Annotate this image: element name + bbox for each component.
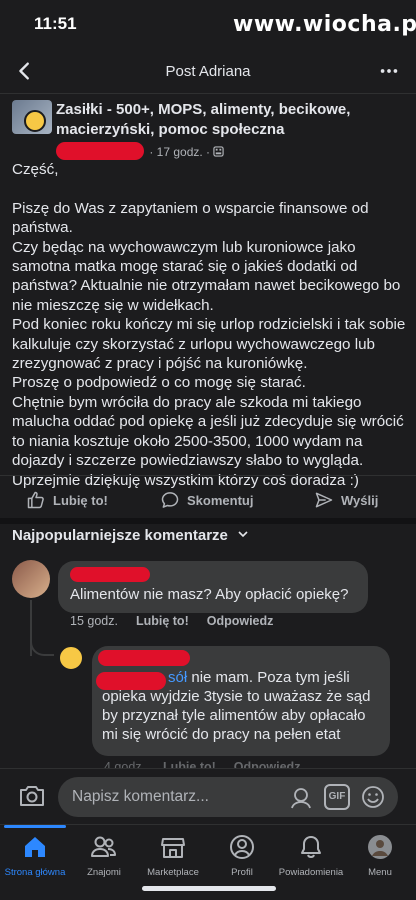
reply-mention[interactable]: sół bbox=[168, 669, 187, 686]
author-name-redaction bbox=[56, 142, 144, 160]
comment-input-placeholder: Napisz komentarz... bbox=[72, 788, 209, 805]
home-indicator bbox=[142, 886, 276, 891]
post-actions: Lubię to! Skomentuj Wyślij bbox=[0, 482, 416, 518]
post-body: Część, Piszę do Was z zapytaniem o wspar… bbox=[12, 161, 406, 489]
watermark: www.wiocha.pl bbox=[233, 12, 416, 37]
reply-author-redaction bbox=[98, 650, 190, 666]
gif-icon[interactable]: GIF bbox=[324, 784, 350, 810]
share-label: Wyślij bbox=[341, 492, 379, 508]
comment-reply-link[interactable]: Odpowiedz bbox=[207, 614, 274, 628]
bell-icon bbox=[301, 836, 321, 858]
marketplace-icon bbox=[161, 838, 185, 858]
divider bbox=[0, 475, 416, 476]
home-icon bbox=[25, 837, 45, 857]
emoji-icon[interactable] bbox=[360, 784, 386, 810]
group-audience-icon bbox=[213, 146, 225, 157]
comment-bubble: Alimentów nie masz? Aby opłacić opiekę? bbox=[58, 561, 368, 613]
post-time: · 17 godz. · bbox=[149, 145, 211, 159]
comment-label: Skomentuj bbox=[187, 492, 254, 508]
reply-bubble: sół nie mam. Poza tym jeśli opieka wyjdz… bbox=[92, 646, 390, 756]
comment-input[interactable]: Napisz komentarz... GIF bbox=[58, 777, 398, 817]
comment-time: 15 godz. bbox=[70, 614, 118, 628]
reply-connector bbox=[30, 604, 54, 656]
status-time: 11:51 bbox=[34, 14, 77, 33]
more-icon[interactable] bbox=[378, 60, 400, 82]
share-button[interactable]: Wyślij bbox=[314, 488, 378, 512]
reply-text: sół nie mam. Poza tym jeśli opieka wyjdz… bbox=[102, 668, 382, 744]
group-avatar[interactable] bbox=[12, 100, 52, 134]
comments-heading: Najpopularniejsze komentarze bbox=[12, 527, 228, 544]
profile-icon bbox=[230, 835, 254, 859]
active-tab-indicator bbox=[4, 825, 66, 828]
laughing-emoji-icon bbox=[24, 110, 46, 132]
section-separator bbox=[0, 518, 416, 524]
group-name[interactable]: Zasiłki - 500+, MOPS, alimenty, becikowe… bbox=[56, 100, 396, 140]
chevron-down-icon bbox=[238, 531, 248, 538]
post-meta: Zasiłki - 500+, MOPS, alimenty, becikowe… bbox=[0, 96, 416, 160]
menu-avatar-icon bbox=[368, 835, 392, 859]
like-button[interactable]: Lubię to! bbox=[26, 488, 108, 512]
author-row: · 17 godz. · bbox=[56, 142, 225, 160]
send-icon bbox=[315, 492, 333, 508]
comment-button[interactable]: Skomentuj bbox=[160, 488, 253, 512]
thumbs-up-icon bbox=[27, 491, 44, 509]
like-label: Lubię to! bbox=[53, 492, 108, 508]
status-bar: 11:51 www.wiocha.pl bbox=[0, 0, 416, 48]
comment-like-link[interactable]: Lubię to! bbox=[136, 614, 189, 628]
composer-icons: GIF bbox=[288, 784, 386, 810]
tab-menu-label: Menu bbox=[368, 867, 392, 878]
post-header: Post Adriana bbox=[0, 50, 416, 94]
reply-body: nie mam. Poza tym jeśli opieka wyjdzie 3… bbox=[102, 669, 371, 743]
comments-filter[interactable]: Najpopularniejsze komentarze bbox=[12, 527, 248, 544]
comment-text: Alimentów nie masz? Aby opłacić opiekę? bbox=[70, 586, 349, 603]
comment-icon bbox=[161, 492, 179, 508]
reply-avatar[interactable] bbox=[58, 645, 84, 671]
comment-composer: Napisz komentarz... GIF bbox=[0, 768, 416, 824]
avatar-sticker-icon[interactable] bbox=[288, 784, 314, 810]
commenter-name-redaction bbox=[70, 567, 150, 582]
camera-icon[interactable] bbox=[18, 783, 46, 809]
comment-meta: 15 godz. Lubię to! Odpowiedz bbox=[70, 614, 273, 628]
commenter-avatar[interactable] bbox=[12, 560, 50, 598]
tab-menu[interactable]: Menu bbox=[338, 833, 416, 878]
page-title: Post Adriana bbox=[165, 63, 251, 80]
friends-icon bbox=[91, 836, 116, 857]
